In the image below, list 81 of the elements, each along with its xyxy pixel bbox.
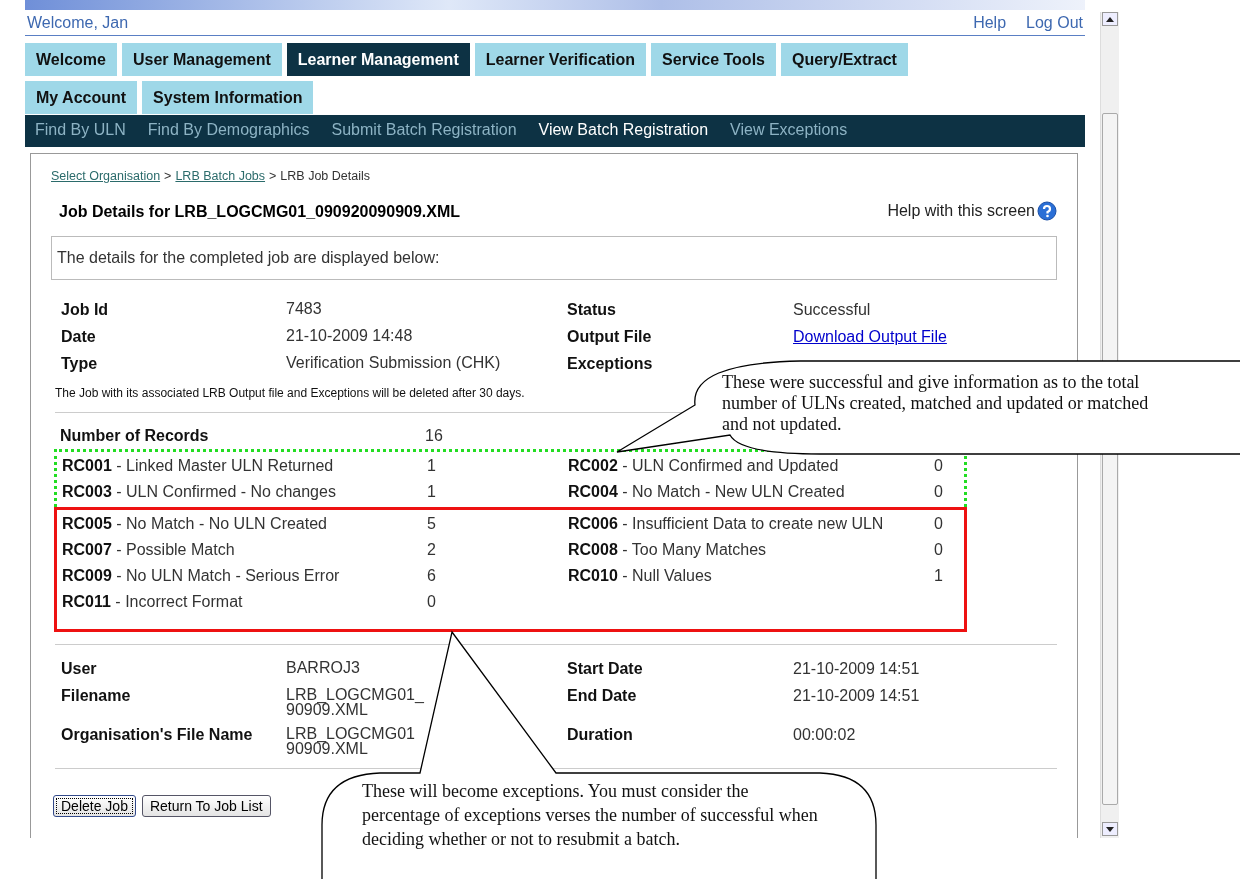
retention-note: The Job with its associated LRB Output file and Exceptions will be deleted after 30 days.: [55, 386, 525, 400]
callout-text: These were successful and give information as to the total number of ULNs created, matched and updated or matched and not updated.: [722, 372, 1150, 435]
field-label: Job Id: [61, 301, 110, 319]
field-label: Filename: [61, 687, 132, 706]
result-count: 2: [427, 541, 437, 559]
scroll-up-button[interactable]: [1102, 12, 1118, 26]
breadcrumb-link[interactable]: LRB Batch Jobs: [175, 169, 266, 183]
breadcrumb-link[interactable]: Select Organisation: [51, 169, 161, 183]
sub-nav-link[interactable]: Find By ULN: [35, 121, 126, 139]
field-label: Organisation's File Name: [61, 726, 254, 745]
result-count: 6: [427, 567, 437, 585]
nav-tab[interactable]: Service Tools: [651, 43, 776, 76]
result-code: RC003 - ULN Confirmed - No changes: [62, 483, 337, 501]
down-arrow-icon: [1106, 826, 1114, 832]
field-value: Verification Submission (CHK): [286, 355, 502, 373]
result-code: RC002 - ULN Confirmed and Updated: [568, 457, 840, 475]
field-label: Start Date: [567, 660, 644, 678]
result-code: RC004 - No Match - New ULN Created: [568, 483, 846, 501]
nav-tab[interactable]: My Account: [25, 81, 138, 114]
field-value: 00:00:02: [793, 726, 856, 743]
header-link[interactable]: Log Out: [1026, 13, 1083, 32]
up-arrow-icon: [1106, 16, 1114, 22]
result-count: 0: [934, 541, 944, 559]
field-label: End Date: [567, 687, 638, 706]
field-value: LRB_LOGCMG01 90909.XML: [286, 726, 416, 756]
field-label: Output File: [567, 328, 653, 346]
page-title: Job Details for LRB_LOGCMG01_090920090909.XML: [59, 203, 461, 221]
nav-tab[interactable]: User Management: [121, 43, 282, 76]
breadcrumb-separator: >: [269, 169, 277, 183]
scroll-down-button[interactable]: [1102, 822, 1118, 836]
field-value: 7483: [286, 301, 323, 319]
result-code: RC001 - Linked Master ULN Returned: [62, 457, 335, 475]
sub-nav-link[interactable]: View Exceptions: [730, 121, 848, 139]
result-count: 5: [427, 515, 437, 533]
nav-tab[interactable]: Learner Management: [286, 43, 470, 76]
result-count: 0: [934, 515, 944, 533]
field-value: 16: [425, 427, 444, 445]
result-code: RC006 - Insufficient Data to create new ULN: [568, 515, 885, 533]
result-count: 0: [934, 483, 944, 501]
info-message: The details for the completed job are displayed below:: [51, 236, 1057, 280]
sub-nav-link[interactable]: View Batch Registration: [538, 121, 709, 139]
nav-tab[interactable]: Learner Verification: [474, 43, 647, 76]
field-label: Date: [61, 328, 97, 346]
callout-text: These will become exceptions. You must consider the percentage of exceptions verses the number of successful when deciding whether or not to resubmit a batch.: [362, 780, 819, 851]
field-label: Duration: [567, 726, 634, 745]
result-count: 1: [934, 567, 944, 585]
result-code: RC010 - Null Values: [568, 567, 713, 585]
field-label: Type: [61, 355, 99, 373]
action-button[interactable]: Return To Job List: [141, 795, 271, 817]
download-link[interactable]: Download Output File: [793, 328, 947, 345]
field-label: Exceptions: [567, 355, 654, 373]
action-button[interactable]: Delete Job: [53, 795, 136, 817]
welcome-text: Welcome, Jan: [27, 13, 129, 32]
result-count: 0: [427, 593, 437, 611]
result-count: 1: [427, 483, 437, 501]
result-count: 1: [427, 457, 437, 475]
header-link[interactable]: Help: [973, 13, 1007, 32]
result-code: RC009 - No ULN Match - Serious Error: [62, 567, 341, 585]
result-count: 0: [934, 457, 944, 475]
field-value: Successful: [793, 301, 871, 318]
result-code: RC005 - No Match - No ULN Created: [62, 515, 328, 533]
field-label: User: [61, 660, 98, 678]
field-value: 21-10-2009 14:51: [793, 660, 920, 677]
result-code: RC008 - Too Many Matches: [568, 541, 768, 559]
result-code: RC011 - Incorrect Format: [62, 593, 244, 611]
nav-tab[interactable]: Query/Extract: [780, 43, 908, 76]
field-value: LRB_LOGCMG01_ 90909.XML: [286, 687, 425, 717]
field-label: Status: [567, 301, 617, 319]
sub-nav-link[interactable]: Submit Batch Registration: [331, 121, 517, 139]
help-link[interactable]: Help with this screen: [887, 202, 1035, 220]
field-label: Number of Records: [60, 427, 210, 445]
breadcrumb-separator: >: [164, 169, 172, 183]
sub-nav-link[interactable]: Find By Demographics: [147, 121, 310, 139]
nav-tab[interactable]: Welcome: [25, 43, 117, 76]
help-icon[interactable]: [1037, 201, 1057, 221]
field-value: 21-10-2009 14:51: [793, 687, 920, 704]
breadcrumb-current: LRB Job Details: [280, 169, 370, 183]
field-value: 21-10-2009 14:48: [286, 328, 414, 346]
nav-tab[interactable]: System Information: [142, 81, 314, 114]
field-value: BARROJ3: [286, 660, 361, 678]
result-code: RC007 - Possible Match: [62, 541, 236, 559]
